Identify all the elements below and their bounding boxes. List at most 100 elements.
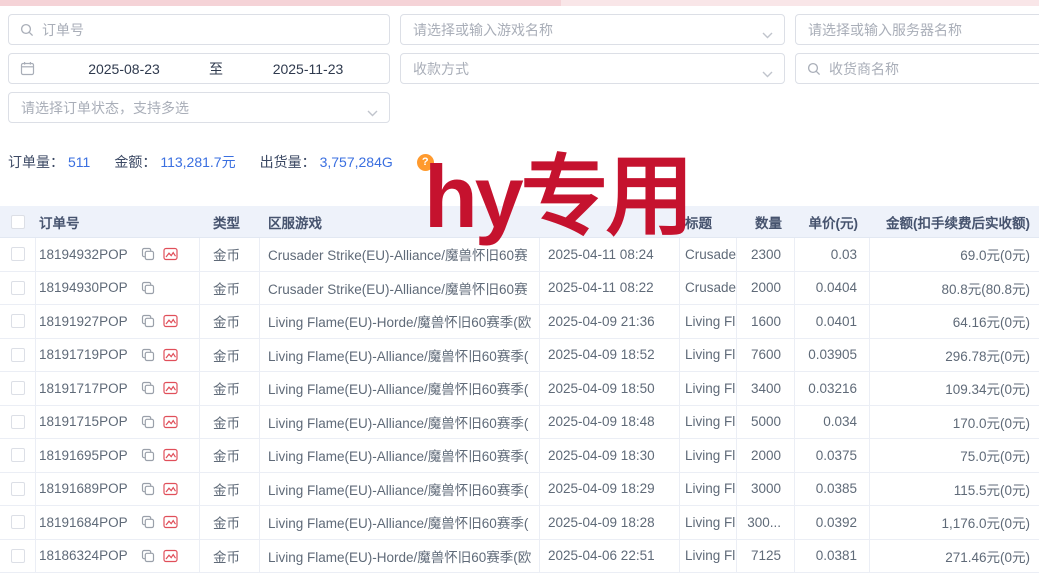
row-checkbox[interactable] xyxy=(0,339,36,372)
amount-cell: 271.46元(0元) xyxy=(870,540,1039,573)
date-start-value[interactable]: 2025-08-23 xyxy=(43,61,205,77)
col-order-no: 订单号 xyxy=(36,206,200,237)
amount-cell: 296.78元(0元) xyxy=(870,339,1039,372)
table-row: 18191927POP金币Living Flame(EU)-Horde/魔兽怀旧… xyxy=(0,305,1039,339)
title-cell: Crusade xyxy=(680,272,737,305)
copy-icon[interactable] xyxy=(141,281,155,295)
type-cell: 金币 xyxy=(200,439,260,472)
title-cell: Crusade xyxy=(680,238,737,271)
row-checkbox[interactable] xyxy=(0,473,36,506)
image-icon[interactable] xyxy=(163,549,178,563)
amount-cell: 69.0元(0元) xyxy=(870,238,1039,271)
time-cell: 2025-04-11 08:22 xyxy=(540,272,680,305)
order-no-text: 18191689POP xyxy=(39,481,141,496)
date-end-value[interactable]: 2025-11-23 xyxy=(227,61,389,77)
order-no-cell: 18191695POP xyxy=(36,439,200,472)
qty-cell: 2000 xyxy=(737,272,795,305)
game-cell: Crusader Strike(EU)-Alliance/魔兽怀旧60赛 xyxy=(260,272,540,305)
table-row: 18191695POP金币Living Flame(EU)-Alliance/魔… xyxy=(0,439,1039,473)
copy-icon[interactable] xyxy=(141,415,155,429)
chevron-down-icon xyxy=(762,65,773,81)
image-icon[interactable] xyxy=(163,482,178,496)
game-cell: Living Flame(EU)-Alliance/魔兽怀旧60赛季( xyxy=(260,372,540,405)
game-cell: Living Flame(EU)-Horde/魔兽怀旧60赛季(欧 xyxy=(260,305,540,338)
row-checkbox[interactable] xyxy=(0,272,36,305)
image-icon[interactable] xyxy=(163,448,178,462)
game-cell: Living Flame(EU)-Alliance/魔兽怀旧60赛季( xyxy=(260,506,540,539)
copy-icon[interactable] xyxy=(141,482,155,496)
amount-cell: 170.0元(0元) xyxy=(870,406,1039,439)
copy-icon[interactable] xyxy=(141,314,155,328)
col-type: 类型 xyxy=(200,206,260,237)
status-placeholder: 请选择订单状态，支持多选 xyxy=(21,98,189,118)
title-cell: Living Fl xyxy=(680,406,737,439)
image-icon[interactable] xyxy=(163,381,178,395)
image-icon[interactable] xyxy=(163,247,178,261)
select-all-checkbox[interactable] xyxy=(0,206,36,237)
help-icon[interactable]: ? xyxy=(417,154,434,171)
row-checkbox[interactable] xyxy=(0,540,36,573)
copy-icon[interactable] xyxy=(141,381,155,395)
order-no-placeholder: 订单号 xyxy=(42,20,84,40)
title-cell: Living Fl xyxy=(680,506,737,539)
table-row: 18194932POP金币Crusader Strike(EU)-Allianc… xyxy=(0,238,1039,272)
table-row: 18191684POP金币Living Flame(EU)-Alliance/魔… xyxy=(0,506,1039,540)
server-input[interactable]: 请选择或输入服务器名称 xyxy=(795,14,1039,45)
calendar-icon xyxy=(20,61,35,76)
table-row: 18191715POP金币Living Flame(EU)-Alliance/魔… xyxy=(0,406,1039,440)
order-no-input[interactable]: 订单号 xyxy=(8,14,390,45)
row-checkbox[interactable] xyxy=(0,305,36,338)
payment-method-select[interactable]: 收款方式 xyxy=(400,53,785,84)
type-cell: 金币 xyxy=(200,506,260,539)
title-cell: Living Fl xyxy=(680,540,737,573)
game-cell: Living Flame(EU)-Alliance/魔兽怀旧60赛季( xyxy=(260,439,540,472)
game-select[interactable]: 请选择或输入游戏名称 xyxy=(400,14,785,45)
order-count-value: 511 xyxy=(68,154,90,170)
col-amount: 金额(扣手续费后实收额) xyxy=(870,206,1039,237)
row-checkbox[interactable] xyxy=(0,406,36,439)
order-no-cell: 18191717POP xyxy=(36,372,200,405)
game-cell: Living Flame(EU)-Alliance/魔兽怀旧60赛季( xyxy=(260,473,540,506)
image-icon[interactable] xyxy=(163,314,178,328)
row-checkbox[interactable] xyxy=(0,439,36,472)
order-no-cell: 18186324POP xyxy=(36,540,200,573)
row-checkbox[interactable] xyxy=(0,372,36,405)
time-cell: 2025-04-09 18:50 xyxy=(540,372,680,405)
image-icon[interactable] xyxy=(163,415,178,429)
merchant-input[interactable]: 收货商名称 xyxy=(795,53,1039,84)
search-icon xyxy=(20,23,34,37)
order-status-select[interactable]: 请选择订单状态，支持多选 xyxy=(8,92,390,123)
table-row: 18186324POP金币Living Flame(EU)-Horde/魔兽怀旧… xyxy=(0,540,1039,574)
copy-icon[interactable] xyxy=(141,515,155,529)
table-header-row: 订单号 类型 区服游戏 标题 数量 单价(元) 金额(扣手续费后实收额) xyxy=(0,206,1039,238)
table-body: 18194932POP金币Crusader Strike(EU)-Allianc… xyxy=(0,238,1039,573)
title-cell: Living Fl xyxy=(680,305,737,338)
shipment-value: 3,757,284G xyxy=(320,154,393,170)
orders-table: 订单号 类型 区服游戏 标题 数量 单价(元) 金额(扣手续费后实收额) 181… xyxy=(0,206,1039,573)
time-cell: 2025-04-06 22:51 xyxy=(540,540,680,573)
image-icon[interactable] xyxy=(163,348,178,362)
price-cell: 0.0404 xyxy=(795,272,870,305)
price-cell: 0.03 xyxy=(795,238,870,271)
title-cell: Living Fl xyxy=(680,339,737,372)
row-checkbox[interactable] xyxy=(0,238,36,271)
copy-icon[interactable] xyxy=(141,448,155,462)
date-range-picker[interactable]: 2025-08-23 至 2025-11-23 xyxy=(8,53,390,84)
time-cell: 2025-04-09 21:36 xyxy=(540,305,680,338)
copy-icon[interactable] xyxy=(141,247,155,261)
copy-icon[interactable] xyxy=(141,348,155,362)
time-cell: 2025-04-09 18:28 xyxy=(540,506,680,539)
amount-cell: 64.16元(0元) xyxy=(870,305,1039,338)
copy-icon[interactable] xyxy=(141,549,155,563)
amount-label: 金额： xyxy=(114,152,156,172)
time-cell: 2025-04-09 18:29 xyxy=(540,473,680,506)
order-no-text: 18191717POP xyxy=(39,381,141,396)
row-checkbox[interactable] xyxy=(0,506,36,539)
type-cell: 金币 xyxy=(200,473,260,506)
price-cell: 0.03905 xyxy=(795,339,870,372)
time-cell: 2025-04-09 18:52 xyxy=(540,339,680,372)
type-cell: 金币 xyxy=(200,238,260,271)
image-icon[interactable] xyxy=(163,515,178,529)
game-cell: Living Flame(EU)-Horde/魔兽怀旧60赛季(欧 xyxy=(260,540,540,573)
amount-cell: 109.34元(0元) xyxy=(870,372,1039,405)
